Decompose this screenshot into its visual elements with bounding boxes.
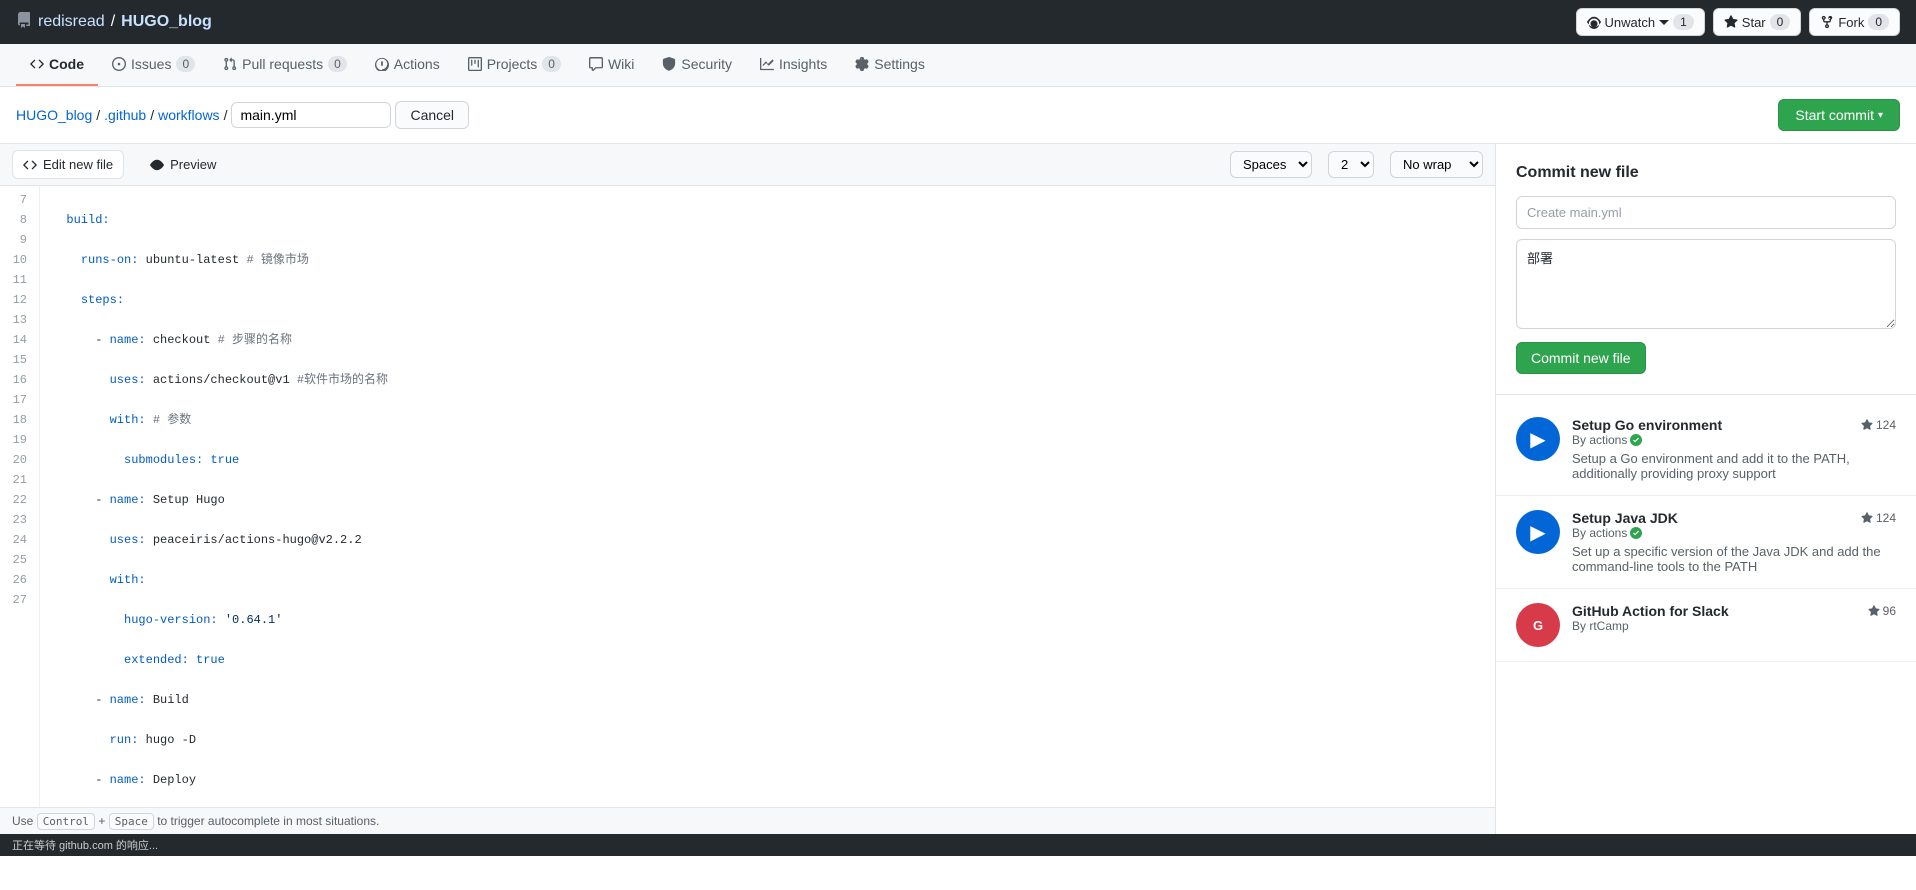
actions-sidebar: ▶ Setup Go environment 124 By actions Se… [1496,395,1916,670]
action-title-slack[interactable]: GitHub Action for Slack [1572,603,1729,619]
action-title-java[interactable]: Setup Java JDK [1572,510,1678,526]
action-icon-java: ▶ [1516,510,1560,554]
header-actions: Unwatch 1 Star 0 Fork 0 [1576,8,1900,36]
action-desc-java: Set up a specific version of the Java JD… [1572,544,1896,574]
tab-projects[interactable]: Projects 0 [454,44,575,86]
top-header: redisread / HUGO_blog Unwatch 1 Star 0 F… [0,0,1916,44]
repo-icon [16,12,32,33]
right-panel: Commit new file 部署 Commit new file ▶ Set… [1496,144,1916,834]
edit-tab[interactable]: Edit new file [12,150,124,179]
status-bar: 正在等待 github.com 的响应... [0,834,1916,856]
action-info-java: Setup Java JDK 124 By actions Set up a s… [1572,510,1896,574]
commit-message-input[interactable] [1516,196,1896,229]
tab-wiki[interactable]: Wiki [575,44,648,86]
code-content[interactable]: build: runs-on: ubuntu-latest # 镜像市场 ste… [40,186,1495,807]
status-text: 正在等待 github.com 的响应... [12,840,158,852]
ctrl-key: Control [37,813,95,830]
editor-toolbar: Edit new file Preview Spaces Tabs 2 4 No… [0,144,1495,186]
nav-tabs: Code Issues 0 Pull requests 0 Actions Pr… [0,44,1916,87]
repo-link[interactable]: HUGO_blog [121,13,212,31]
filename-input[interactable] [231,102,391,128]
tab-actions[interactable]: Actions [361,44,454,86]
commit-form-title: Commit new file [1516,164,1896,182]
fork-button[interactable]: Fork 0 [1809,8,1900,36]
dropdown-arrow-icon: ▾ [1878,110,1883,121]
tab-insights[interactable]: Insights [746,44,841,86]
breadcrumb-workflows[interactable]: workflows [158,107,219,123]
separator: / [111,13,115,31]
action-stars-java: 124 [1861,511,1896,525]
action-title-go[interactable]: Setup Go environment [1572,417,1722,433]
tab-code[interactable]: Code [16,44,98,86]
breadcrumb-bar: HUGO_blog / .github / workflows / Cancel… [0,87,1916,144]
action-item-go: ▶ Setup Go environment 124 By actions Se… [1496,403,1916,496]
action-icon-go: ▶ [1516,417,1560,461]
commit-new-file-button[interactable]: Commit new file [1516,342,1646,374]
cancel-button[interactable]: Cancel [395,101,469,129]
preview-tab[interactable]: Preview [140,151,226,178]
breadcrumb-root[interactable]: HUGO_blog [16,107,92,123]
repo-title: redisread / HUGO_blog [16,12,212,33]
code-editor[interactable]: 7891011 1213141516 1718192021 2223242526… [0,186,1495,807]
owner-link[interactable]: redisread [38,13,105,31]
start-commit-button[interactable]: Start commit ▾ [1778,99,1900,131]
action-by-slack: By rtCamp [1572,619,1896,633]
hint-bar: Use Control + Space to trigger autocompl… [0,807,1495,834]
action-stars-slack: 96 [1868,604,1896,618]
commit-description-input[interactable]: 部署 [1516,239,1896,329]
editor-container: Edit new file Preview Spaces Tabs 2 4 No… [0,144,1916,834]
action-info-go: Setup Go environment 124 By actions Setu… [1572,417,1896,481]
breadcrumb-github[interactable]: .github [104,107,146,123]
tab-pull-requests[interactable]: Pull requests 0 [209,44,361,86]
breadcrumb: HUGO_blog / .github / workflows / Cancel [16,101,469,129]
breadcrumb-sep1: / [96,107,100,123]
spaces-select[interactable]: Spaces Tabs [1230,151,1312,178]
action-icon-slack: G [1516,603,1560,647]
watch-button[interactable]: Unwatch 1 [1576,8,1705,36]
breadcrumb-sep3: / [224,107,228,123]
action-by-go: By actions [1572,433,1896,447]
star-button[interactable]: Star 0 [1713,8,1802,36]
action-item-java: ▶ Setup Java JDK 124 By actions Set up a… [1496,496,1916,589]
action-info-slack: GitHub Action for Slack 96 By rtCamp [1572,603,1896,633]
wrap-select[interactable]: No wrap Soft wrap [1390,151,1483,178]
indent-select[interactable]: 2 4 [1328,151,1374,178]
action-stars-go: 124 [1861,418,1896,432]
line-numbers: 7891011 1213141516 1718192021 2223242526… [0,186,40,807]
tab-settings[interactable]: Settings [841,44,939,86]
breadcrumb-sep2: / [150,107,154,123]
space-key: Space [109,813,154,830]
action-by-java: By actions [1572,526,1896,540]
tab-issues[interactable]: Issues 0 [98,44,209,86]
tab-security[interactable]: Security [648,44,746,86]
commit-form: Commit new file 部署 Commit new file [1496,144,1916,395]
editor-panel: Edit new file Preview Spaces Tabs 2 4 No… [0,144,1496,834]
action-desc-go: Setup a Go environment and add it to the… [1572,451,1896,481]
action-item-slack: G GitHub Action for Slack 96 By rtCamp [1496,589,1916,662]
